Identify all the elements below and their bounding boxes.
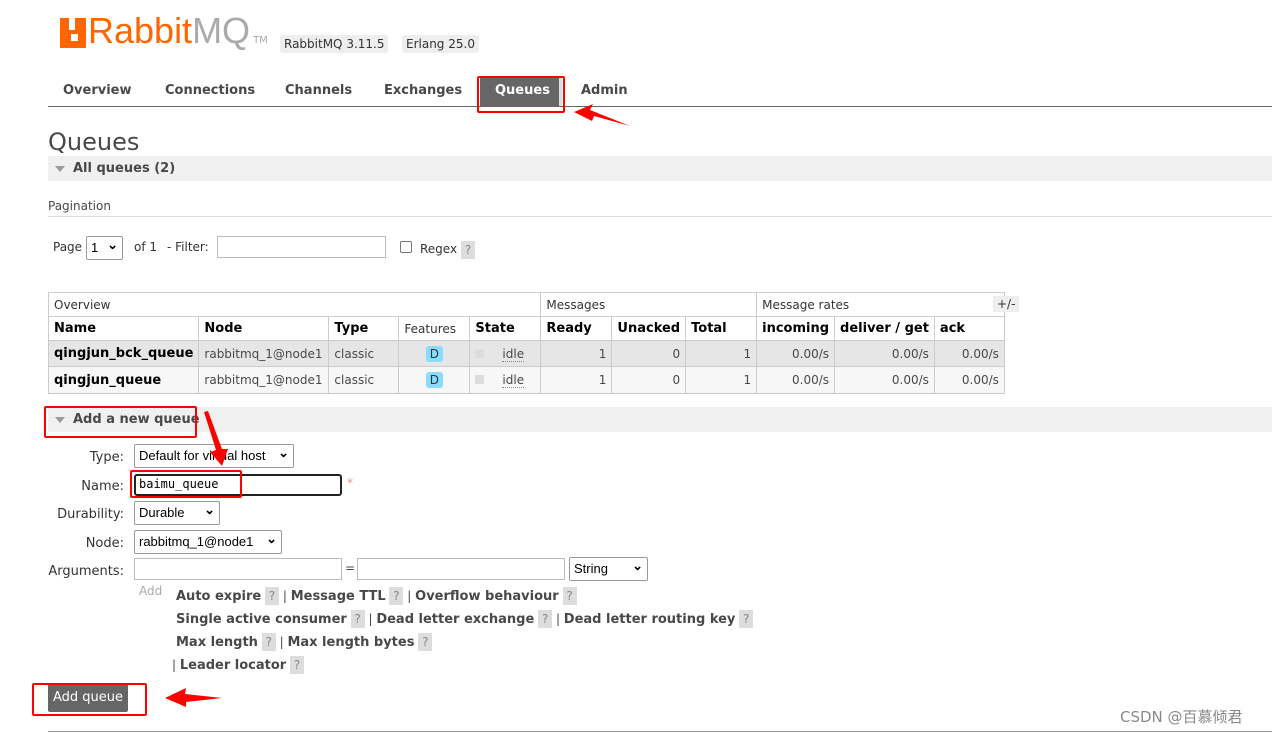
annotation-arrows xyxy=(165,104,630,707)
arrow-icon xyxy=(165,688,222,707)
arrow-icon xyxy=(574,104,630,126)
arrow-icon xyxy=(204,411,228,466)
